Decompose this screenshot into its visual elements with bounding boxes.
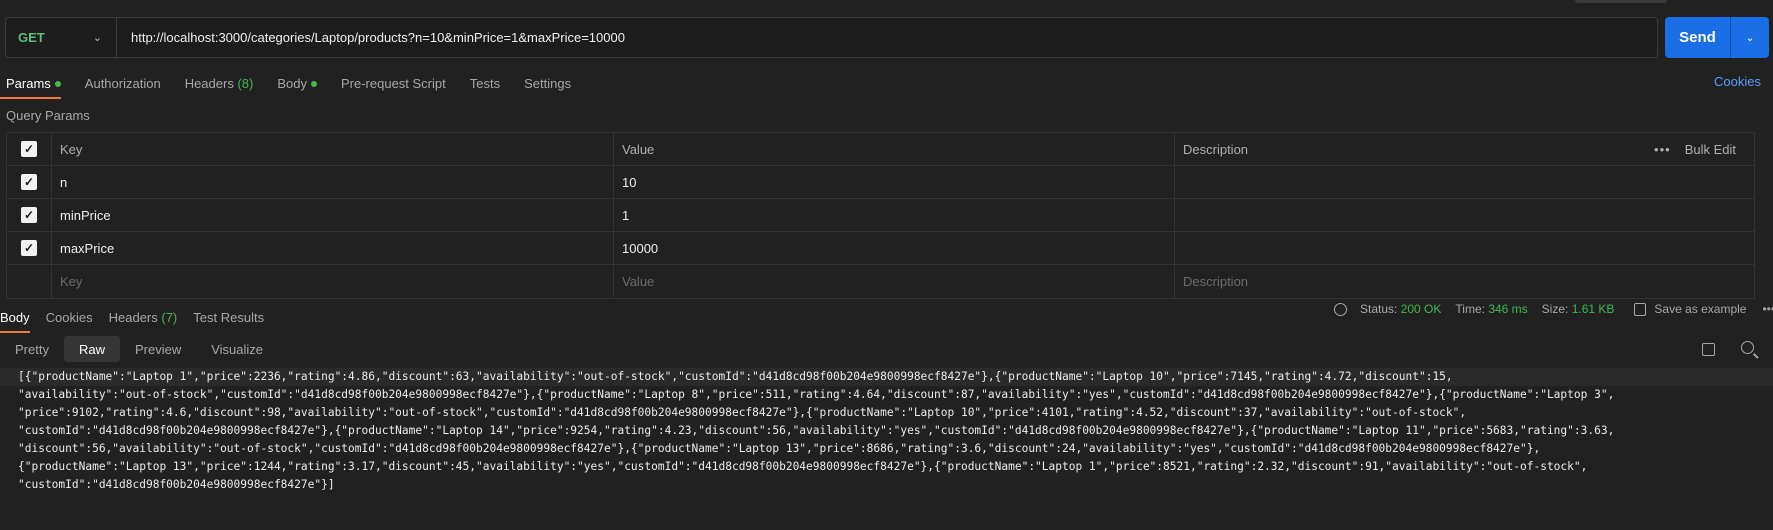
request-url-bar: GET ⌄ http://localhost:3000/categories/L… [5,17,1658,58]
table-row-new: Key Value Description [7,265,1754,298]
query-params-table: ✓ Key Value Description ••• Bulk Edit ✓ n… [6,132,1755,299]
cookies-link[interactable]: Cookies [1714,74,1761,89]
headers-count: (8) [237,75,254,91]
response-line: {"productName":"Laptop 13","price":1244,… [18,460,1588,473]
new-description-input[interactable]: Description [1175,265,1754,298]
response-tabs: Body Cookies Headers (7) Test Results [0,302,280,333]
view-preview[interactable]: Preview [120,336,196,362]
method-label: GET [18,30,45,45]
send-button[interactable]: Send [1665,17,1731,58]
row-checkbox-cell: ✓ [7,199,52,231]
chevron-down-icon: ⌄ [1745,32,1755,44]
query-params-title: Query Params [6,108,90,123]
response-status-bar: Status: 200 OK Time: 346 ms Size: 1.61 K… [1334,302,1773,316]
tab-settings[interactable]: Settings [524,76,571,91]
request-tabs: Params Authorization Headers (8) Body Pr… [0,72,595,99]
select-all-cell: ✓ [7,133,52,165]
time-label: Time: [1455,302,1485,316]
top-toolbar-edge [1575,0,1667,3]
response-body: [{"productName":"Laptop 1","price":2236,… [0,368,1773,494]
new-value-input[interactable]: Value [614,265,1175,298]
save-as-example-button[interactable]: Save as example [1654,302,1746,316]
tab-body[interactable]: Body [277,76,317,91]
modified-dot-icon [310,81,317,88]
row-checkbox-cell: ✓ [7,232,52,264]
size-label: Size: [1541,302,1569,316]
response-line: "discount":56,"availability":"out-of-sto… [18,442,1541,455]
row-checkbox[interactable]: ✓ [21,174,37,190]
send-button-group: Send ⌄ [1665,17,1769,58]
tab-params[interactable]: Params [0,76,61,99]
more-options-icon[interactable]: ••• [1654,142,1671,157]
more-options-icon[interactable]: ••• [1762,302,1773,316]
param-key-input[interactable]: minPrice [52,199,614,231]
globe-icon[interactable] [1334,302,1347,316]
send-options-dropdown[interactable]: ⌄ [1731,17,1769,58]
status-label: Status: [1360,302,1398,316]
url-input[interactable]: http://localhost:3000/categories/Laptop/… [117,30,625,45]
view-raw[interactable]: Raw [63,336,120,362]
tab-response-cookies[interactable]: Cookies [46,310,93,325]
param-description-input[interactable] [1175,199,1754,231]
response-line: "price":9102,"rating":4.6,"discount":98,… [18,406,1467,419]
new-key-input[interactable]: Key [52,265,614,298]
tab-body-label: Body [277,75,307,91]
tab-response-headers[interactable]: Headers (7) [109,310,178,325]
chevron-down-icon: ⌄ [92,32,102,44]
param-value-input[interactable]: 10000 [614,232,1175,264]
response-view-tabs: Pretty Raw Preview Visualize [0,336,278,362]
tab-response-headers-label: Headers [108,310,158,325]
table-row: ✓ maxPrice 10000 [7,232,1754,265]
tab-response-body[interactable]: Body [0,310,30,333]
response-line: "customId":"d41d8cd98f00b204e9800998ecf8… [18,424,1615,437]
table-header-row: ✓ Key Value Description ••• Bulk Edit [7,133,1754,166]
param-value-input[interactable]: 10 [614,166,1175,198]
tab-pre-request-script[interactable]: Pre-request Script [341,76,446,91]
method-select[interactable]: GET ⌄ [6,18,117,57]
row-checkbox-cell [7,265,52,298]
bulk-edit-label: Bulk Edit [1684,141,1736,157]
param-key-input[interactable]: n [52,166,614,198]
tab-tests[interactable]: Tests [470,76,500,91]
search-icon[interactable] [1741,341,1754,354]
response-line: [{"productName":"Laptop 1","price":2236,… [0,368,1773,386]
tab-headers[interactable]: Headers (8) [185,76,254,91]
size-value[interactable]: 1.61 KB [1572,302,1615,316]
row-checkbox[interactable]: ✓ [21,207,37,223]
response-line: "availability":"out-of-stock","customId"… [18,388,1615,401]
row-checkbox-cell: ✓ [7,166,52,198]
tab-params-label: Params [6,75,51,91]
save-icon [1634,302,1647,316]
bulk-edit-button[interactable]: ••• Bulk Edit [1654,142,1736,157]
param-description-input[interactable] [1175,232,1754,264]
view-pretty[interactable]: Pretty [0,336,64,362]
column-value: Value [614,133,1175,165]
tab-test-results[interactable]: Test Results [193,310,264,325]
tab-authorization[interactable]: Authorization [85,76,161,91]
tab-headers-label: Headers [184,75,234,91]
column-description-label: Description [1183,141,1249,157]
time-value[interactable]: 346 ms [1488,302,1527,316]
param-description-input[interactable] [1175,166,1754,198]
table-row: ✓ minPrice 1 [7,199,1754,232]
param-value-input[interactable]: 1 [614,199,1175,231]
table-row: ✓ n 10 [7,166,1754,199]
response-headers-count: (7) [161,310,178,325]
column-key: Key [52,133,614,165]
status-value[interactable]: 200 OK [1401,302,1442,316]
response-line: "customId":"d41d8cd98f00b204e9800998ecf8… [18,478,335,491]
column-description: Description ••• Bulk Edit [1175,133,1754,165]
param-key-input[interactable]: maxPrice [52,232,614,264]
copy-icon[interactable] [1702,343,1715,356]
select-all-checkbox[interactable]: ✓ [21,141,37,157]
row-checkbox[interactable]: ✓ [21,240,37,256]
modified-dot-icon [54,81,61,88]
view-visualize[interactable]: Visualize [196,336,278,362]
